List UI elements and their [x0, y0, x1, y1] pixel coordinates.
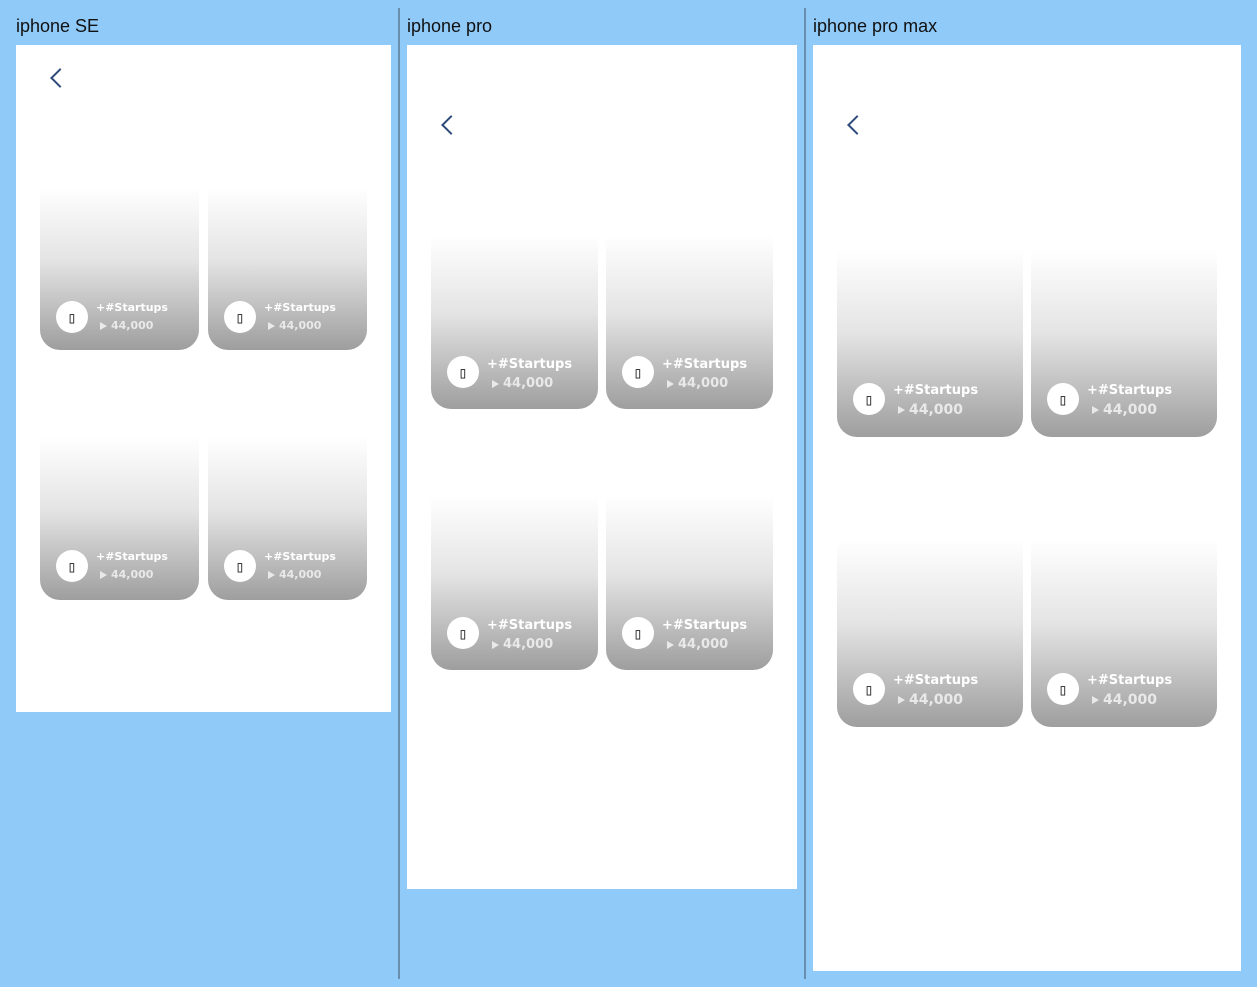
view-count: 44,000: [667, 637, 728, 652]
video-card[interactable]: ▯ +#Startups 44,000: [606, 235, 773, 409]
video-card[interactable]: ▯ +#Startups 44,000: [837, 249, 1023, 437]
video-card[interactable]: ▯ +#Startups 44,000: [1031, 539, 1217, 727]
view-count-value: 44,000: [909, 402, 964, 418]
view-count-value: 44,000: [503, 376, 554, 391]
avatar: ▯: [853, 673, 885, 705]
tag-label: +#Startups: [662, 357, 748, 372]
play-icon: [1092, 406, 1099, 414]
tag-label: +#Startups: [487, 618, 573, 633]
view-count: 44,000: [268, 319, 321, 332]
device-label: iphone pro: [407, 16, 493, 36]
view-count: 44,000: [898, 402, 963, 418]
view-count: 44,000: [667, 376, 728, 391]
play-icon: [492, 379, 499, 388]
play-icon: [492, 640, 499, 649]
divider: [398, 8, 400, 979]
tag-label: +#Startups: [1087, 383, 1173, 398]
play-icon: [100, 321, 107, 330]
view-count: 44,000: [898, 692, 963, 708]
view-count: 44,000: [100, 319, 153, 332]
view-count-value: 44,000: [503, 637, 554, 652]
view-count-value: 44,000: [1103, 692, 1158, 708]
view-count-value: 44,000: [678, 376, 729, 391]
view-count: 44,000: [492, 376, 553, 391]
avatar: ▯: [447, 356, 479, 388]
view-count-value: 44,000: [279, 319, 322, 332]
video-card[interactable]: ▯ +#Startups 44,000: [837, 539, 1023, 727]
tag-label: +#Startups: [487, 357, 573, 372]
view-count-value: 44,000: [111, 319, 154, 332]
device-label: iphone pro max: [813, 16, 938, 36]
play-icon: [100, 570, 107, 579]
avatar: ▯: [1047, 383, 1079, 415]
view-count: 44,000: [1092, 692, 1157, 708]
video-card[interactable]: ▯ +#Startups 44,000: [208, 187, 367, 350]
tag-label: +#Startups: [893, 383, 979, 398]
avatar: ▯: [56, 550, 88, 582]
video-card[interactable]: ▯ +#Startups 44,000: [40, 437, 199, 600]
device-screen: ▯ +#Startups 44,000 ▯ +#Startups 44,000 …: [813, 45, 1241, 971]
play-icon: [667, 379, 674, 388]
view-count-value: 44,000: [279, 568, 322, 581]
tag-label: +#Startups: [96, 301, 168, 314]
device-screen: ▯ +#Startups 44,000 ▯ +#Startups 44,000 …: [407, 45, 797, 889]
view-count-value: 44,000: [909, 692, 964, 708]
view-count-value: 44,000: [678, 637, 729, 652]
play-icon: [898, 406, 905, 414]
avatar: ▯: [1047, 673, 1079, 705]
device-label: iphone SE: [16, 16, 100, 36]
video-card[interactable]: ▯ +#Startups 44,000: [208, 437, 367, 600]
tag-label: +#Startups: [96, 550, 168, 563]
video-card[interactable]: ▯ +#Startups 44,000: [431, 235, 598, 409]
play-icon: [1092, 696, 1099, 704]
play-icon: [268, 570, 275, 579]
avatar: ▯: [56, 301, 88, 333]
video-card[interactable]: ▯ +#Startups 44,000: [40, 187, 199, 350]
view-count-value: 44,000: [111, 568, 154, 581]
tag-label: +#Startups: [662, 618, 748, 633]
view-count: 44,000: [1092, 402, 1157, 418]
back-icon[interactable]: [50, 68, 70, 88]
video-card[interactable]: ▯ +#Startups 44,000: [606, 496, 773, 670]
play-icon: [898, 696, 905, 704]
back-icon[interactable]: [847, 115, 867, 135]
play-icon: [268, 321, 275, 330]
avatar: ▯: [622, 356, 654, 388]
video-card[interactable]: ▯ +#Startups 44,000: [1031, 249, 1217, 437]
view-count-value: 44,000: [1103, 402, 1158, 418]
avatar: ▯: [447, 617, 479, 649]
view-count: 44,000: [268, 568, 321, 581]
divider: [804, 8, 806, 979]
avatar: ▯: [224, 550, 256, 582]
avatar: ▯: [224, 301, 256, 333]
view-count: 44,000: [492, 637, 553, 652]
tag-label: +#Startups: [264, 301, 336, 314]
tag-label: +#Startups: [1087, 673, 1173, 688]
avatar: ▯: [853, 383, 885, 415]
video-card[interactable]: ▯ +#Startups 44,000: [431, 496, 598, 670]
view-count: 44,000: [100, 568, 153, 581]
play-icon: [667, 640, 674, 649]
tag-label: +#Startups: [893, 673, 979, 688]
back-icon[interactable]: [441, 115, 461, 135]
tag-label: +#Startups: [264, 550, 336, 563]
device-screen: ▯ +#Startups 44,000 ▯ +#Startups 44,000 …: [16, 45, 391, 712]
avatar: ▯: [622, 617, 654, 649]
